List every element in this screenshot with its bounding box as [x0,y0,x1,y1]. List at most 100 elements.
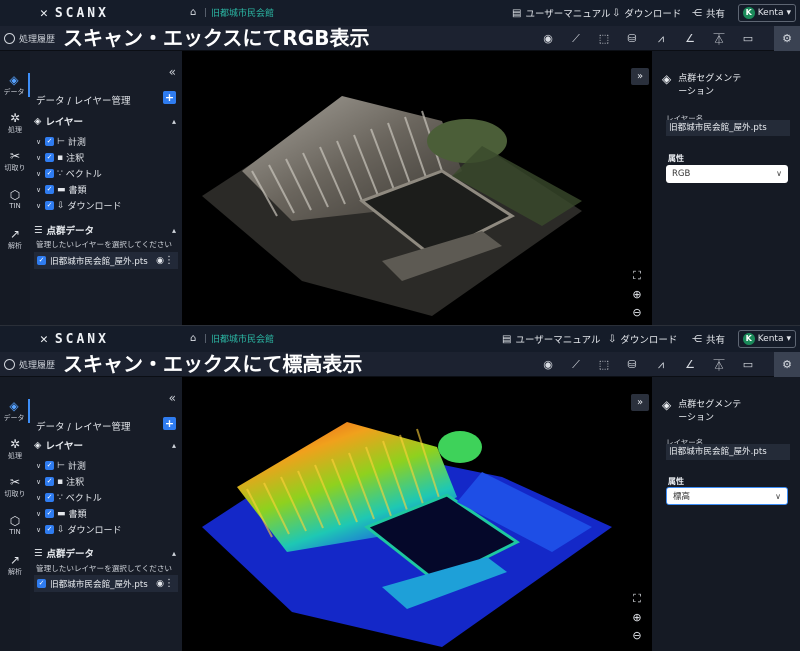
chevron-up-icon: ▴ [171,548,176,558]
manual-link[interactable]: ▤ ユーザーマニュアル [502,332,600,347]
eye-icon[interactable]: ◉ [156,256,164,266]
rail-tin[interactable]: ⬡ TIN [0,514,30,536]
comment-icon[interactable]: ▭ [735,352,761,377]
share-link[interactable]: ⋲ 共有 [692,6,725,21]
rail-data[interactable]: ◈ データ [0,73,30,97]
pointcloud-viewport[interactable]: » ⛶ ⊕ ⊖ [182,51,652,326]
layer-item-download[interactable]: ∨ ✓ ⇩ ダウンロード [36,199,122,213]
eye-icon[interactable]: ◉ [156,579,164,589]
profile-chart-icon[interactable]: ⩘ [648,26,674,51]
user-menu[interactable]: K Kenta ▾ [737,330,796,348]
layer-item-vector[interactable]: ∨ ✓ ∵ ベクトル [36,167,102,181]
checkbox[interactable]: ✓ [45,185,54,194]
collapse-icon[interactable]: « [169,391,176,405]
breadcrumb-project[interactable]: 旧都城市民会館 [211,332,274,345]
checkbox[interactable]: ✓ [37,256,46,265]
layer-item-vector[interactable]: ∨ ✓ ∵ ベクトル [36,491,102,505]
layer-item-measure[interactable]: ∨ ✓ ⊢ 計測 [36,135,86,149]
height-icon[interactable]: ⏄ [706,26,732,51]
user-menu[interactable]: K Kenta ▾ [737,4,796,22]
attribute-select[interactable]: 標高 ∨ [666,487,788,505]
download-icon: ⇩ [608,333,617,345]
fit-view-icon[interactable]: ⛶ [630,592,644,606]
layer-item-documents[interactable]: ∨ ✓ ▬ 書類 [36,183,87,197]
checkbox[interactable]: ✓ [45,461,54,470]
rail-analysis[interactable]: ↗ 解析 [0,553,30,577]
measure-line-icon[interactable]: ⟋ [563,26,589,51]
area-icon[interactable]: ⬚ [591,352,617,377]
pin-icon[interactable]: ◉ [535,352,561,377]
zoom-in-icon[interactable]: ⊕ [630,288,644,302]
layers-section-header[interactable]: ◈ レイヤー ▴ [34,114,178,129]
comment-icon[interactable]: ▭ [735,26,761,51]
checkbox[interactable]: ✓ [45,493,54,502]
rail-process[interactable]: ✲ 処理 [0,111,30,135]
app-logo[interactable]: ✕ SCANX [40,332,109,347]
layer-item-download[interactable]: ∨ ✓ ⇩ ダウンロード [36,523,122,537]
checkbox[interactable]: ✓ [45,525,54,534]
checkbox[interactable]: ✓ [45,153,54,162]
pointcloud-file-item[interactable]: ✓ 旧都城市民会館_屋外.pts ◉ ⋮ [34,575,178,592]
layer-item-measure[interactable]: ∨ ✓ ⊢ 計測 [36,459,86,473]
expand-panel-icon[interactable]: » [631,68,649,85]
pointcloud-viewport[interactable]: » ⛶ ⊕ ⊖ [182,377,652,651]
settings-icon[interactable]: ⚙ [774,352,800,377]
chevron-down-icon: ∨ [36,137,42,146]
chevron-down-icon: ∨ [36,169,42,178]
breadcrumb-project[interactable]: 旧都城市民会館 [211,6,274,19]
profile-chart-icon[interactable]: ⩘ [648,352,674,377]
collapse-icon[interactable]: « [169,65,176,79]
fit-view-icon[interactable]: ⛶ [630,269,644,283]
checkbox[interactable]: ✓ [37,579,46,588]
layer-item-annotation[interactable]: ∨ ✓ ▪ 注釈 [36,475,84,489]
zoom-in-icon[interactable]: ⊕ [630,611,644,625]
pointcloud-section-header[interactable]: ☰ 点群データ ▴ [34,546,178,561]
area-icon[interactable]: ⬚ [591,26,617,51]
measure-line-icon[interactable]: ⟋ [563,352,589,377]
checkbox[interactable]: ✓ [45,137,54,146]
more-icon[interactable]: ⋮ [164,255,174,266]
rail-cut[interactable]: ✂ 切取り [0,475,30,499]
add-button[interactable]: + [163,91,176,104]
rail-analysis[interactable]: ↗ 解析 [0,227,30,251]
pointcloud-file-item[interactable]: ✓ 旧都城市民会館_屋外.pts ◉ ⋮ [34,252,178,269]
angle-icon[interactable]: ∠ [677,26,703,51]
volume-icon[interactable]: ⛁ [619,352,645,377]
rail-tin[interactable]: ⬡ TIN [0,188,30,210]
home-icon[interactable]: ⌂ [190,333,200,344]
layers-section-header[interactable]: ◈ レイヤー ▴ [34,438,178,453]
attribute-select[interactable]: RGB ∨ [666,165,788,183]
checkbox[interactable]: ✓ [45,509,54,518]
download-link[interactable]: ⇩ ダウンロード [608,332,677,347]
pointcloud-section-header[interactable]: ☰ 点群データ ▴ [34,223,178,238]
pin-icon[interactable]: ◉ [535,26,561,51]
app-logo[interactable]: ✕ SCANX [40,6,109,21]
zoom-out-icon[interactable]: ⊖ [630,629,644,643]
download-link[interactable]: ⇩ ダウンロード [612,6,681,21]
book-icon: ▤ [512,7,522,19]
history-button[interactable]: 処理履歴 [4,32,55,45]
rail-process[interactable]: ✲ 処理 [0,437,30,461]
home-icon[interactable]: ⌂ [190,7,200,18]
settings-icon[interactable]: ⚙ [774,26,800,51]
expand-panel-icon[interactable]: » [631,394,649,411]
zoom-out-icon[interactable]: ⊖ [630,306,644,320]
layer-item-documents[interactable]: ∨ ✓ ▬ 書類 [36,507,87,521]
trend-icon: ↗ [9,227,21,241]
checkbox[interactable]: ✓ [45,201,54,210]
add-button[interactable]: + [163,417,176,430]
checkbox[interactable]: ✓ [45,169,54,178]
pointcloud-render [202,96,582,316]
layers-icon: ◈ [9,73,19,87]
volume-icon[interactable]: ⛁ [619,26,645,51]
angle-icon[interactable]: ∠ [677,352,703,377]
height-icon[interactable]: ⏄ [706,352,732,377]
checkbox[interactable]: ✓ [45,477,54,486]
manual-link[interactable]: ▤ ユーザーマニュアル [512,6,610,21]
share-link[interactable]: ⋲ 共有 [692,332,725,347]
rail-data[interactable]: ◈ データ [0,399,30,423]
more-icon[interactable]: ⋮ [164,578,174,589]
history-button[interactable]: 処理履歴 [4,358,55,371]
layer-item-annotation[interactable]: ∨ ✓ ▪ 注釈 [36,151,84,165]
rail-cut[interactable]: ✂ 切取り [0,149,30,173]
